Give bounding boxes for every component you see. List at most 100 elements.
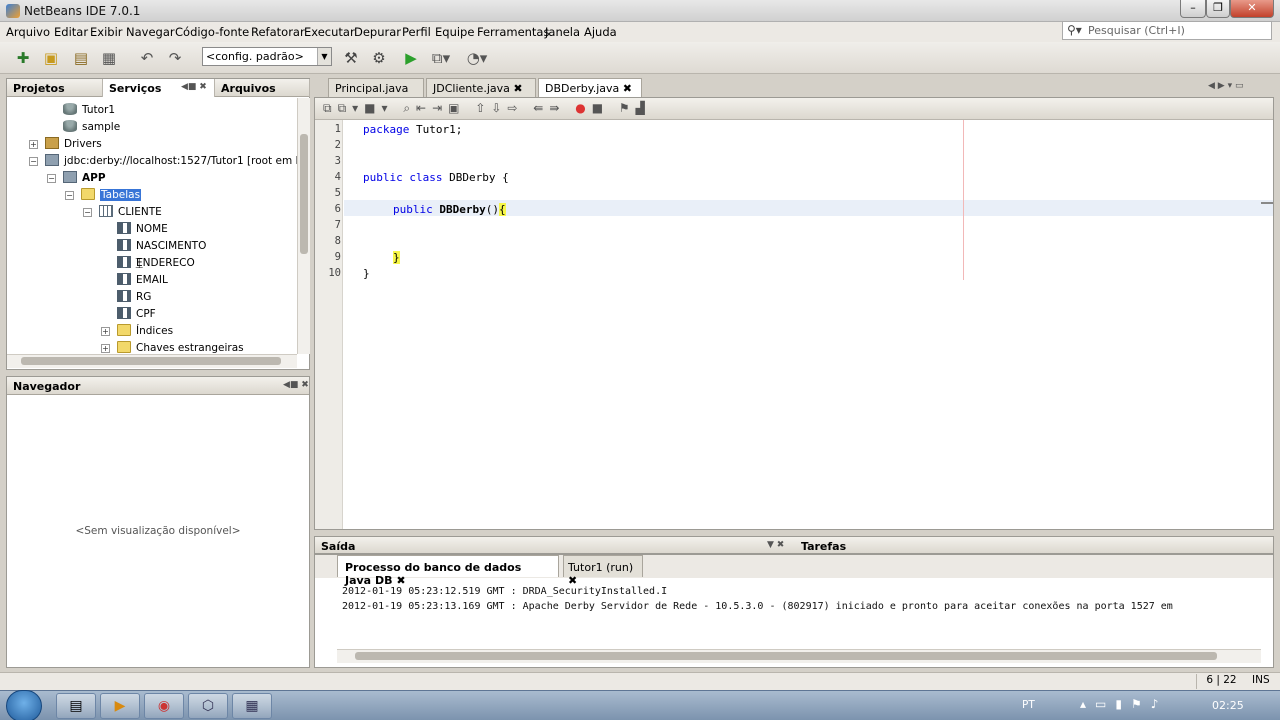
tab-java-db-process[interactable]: Processo do banco de dados Java DB ✖	[337, 555, 559, 587]
collapse-icon[interactable]: −	[47, 174, 56, 183]
menu-depurar[interactable]: Depurar	[354, 25, 401, 39]
collapse-icon[interactable]: −	[83, 208, 92, 217]
error-stripe-marker[interactable]	[1261, 202, 1273, 204]
code-line-6[interactable]: public DBDerby(){	[393, 203, 506, 216]
expand-icon[interactable]: +	[29, 140, 38, 149]
code-line-4[interactable]: public class DBDerby {	[363, 171, 509, 184]
tree-item-cliente-table[interactable]: CLIENTE	[99, 205, 162, 222]
new-file-icon[interactable]: ✚	[12, 48, 34, 68]
tab-nav-icons[interactable]: ◀ ▶ ▾ ▭	[1208, 81, 1243, 91]
folder-icon	[117, 324, 131, 336]
editor-toolbar: ⧉⧉▾■▾ ⌕⇤⇥▣ ⇧⇩⇨ ⇚⇛ ●■ ⚑▟	[315, 98, 1273, 120]
editor-toolbar-icons[interactable]: ⧉⧉▾■▾ ⌕⇤⇥▣ ⇧⇩⇨ ⇚⇛ ●■ ⚑▟	[323, 101, 651, 116]
maximize-button[interactable]: ❐	[1206, 0, 1230, 18]
right-margin-line	[963, 120, 964, 280]
close-button[interactable]: ✕	[1230, 0, 1274, 18]
build-hammer-icon[interactable]: ⚒	[340, 48, 362, 68]
scroll-thumb[interactable]	[21, 357, 281, 365]
collapse-icon[interactable]: −	[29, 157, 38, 166]
tree-item-drivers[interactable]: Drivers	[45, 137, 102, 154]
editor-body: ⧉⧉▾■▾ ⌕⇤⇥▣ ⇧⇩⇨ ⇚⇛ ●■ ⚑▟ 1 2 3 4 5 6 7 8 …	[314, 97, 1274, 530]
explorer-taskbar-icon[interactable]: ▤	[56, 693, 96, 719]
expand-icon[interactable]: +	[101, 327, 110, 336]
tree-item-column-email[interactable]: EMAIL	[117, 273, 168, 290]
scroll-thumb[interactable]	[300, 134, 308, 254]
tasks-title[interactable]: Tarefas	[795, 537, 995, 555]
tab-principal-java[interactable]: Principal.java ✖	[328, 78, 424, 108]
menu-refatorar[interactable]: Refatorar	[251, 25, 305, 39]
search-input[interactable]: ⚲▾ Pesquisar (Ctrl+I)	[1062, 21, 1272, 40]
tab-tutor1-run[interactable]: Tutor1 (run) ✖	[563, 555, 643, 587]
output-title[interactable]: Saída	[315, 537, 785, 555]
tree-item-column-cpf[interactable]: CPF	[117, 307, 156, 324]
output-body: Processo do banco de dados Java DB ✖ Tut…	[314, 554, 1274, 668]
undo-icon[interactable]: ↶	[136, 48, 158, 68]
schema-icon	[63, 171, 77, 183]
media-player-taskbar-icon[interactable]: ▶	[100, 693, 140, 719]
language-indicator[interactable]: PT	[1022, 699, 1035, 711]
netbeans-taskbar-icon[interactable]: ⬡	[188, 693, 228, 719]
connection-icon	[45, 154, 59, 166]
expand-icon[interactable]: +	[101, 344, 110, 353]
tree-item-connection[interactable]: jdbc:derby://localhost:1527/Tutor1 [root…	[45, 154, 297, 171]
tree-item-tabelas[interactable]: Tabelas	[81, 188, 142, 205]
tree-item-app-schema[interactable]: APP	[63, 171, 106, 188]
collapse-icon[interactable]: −	[65, 191, 74, 200]
tree-item-sample-db[interactable]: sample	[63, 120, 120, 137]
navigator-title[interactable]: Navegador	[7, 377, 127, 395]
drivers-icon	[45, 137, 59, 149]
menu-editar[interactable]: Editar	[54, 25, 88, 39]
tab-dbderby-java[interactable]: DBDerby.java ✖	[538, 78, 642, 97]
profile-icon[interactable]: ◔▾	[466, 48, 488, 68]
run-icon[interactable]: ▶	[400, 48, 422, 68]
redo-icon[interactable]: ↷	[164, 48, 186, 68]
tree-item-chaves-estrangeiras[interactable]: Chaves estrangeiras	[117, 341, 244, 354]
column-icon	[117, 307, 131, 319]
menu-arquivo[interactable]: Arquivo	[6, 25, 50, 39]
menu-navegar[interactable]: Navegar	[126, 25, 175, 39]
menu-exibir[interactable]: Exibir	[90, 25, 123, 39]
tab-jdcliente-java[interactable]: JDCliente.java ✖	[426, 78, 536, 97]
tree-item-column-nome[interactable]: NOME	[117, 222, 168, 239]
close-icon[interactable]: ✖	[513, 82, 522, 95]
clean-build-icon[interactable]: ⚙	[368, 48, 390, 68]
clock[interactable]: 02:25	[1212, 699, 1244, 712]
tree-item-column-endereco[interactable]: ENDERECO	[117, 256, 195, 273]
close-icon[interactable]: ✖	[623, 82, 632, 95]
menu-perfil[interactable]: Perfil	[402, 25, 431, 39]
debug-icon[interactable]: ⧉▾	[430, 48, 452, 68]
code-line-10[interactable]: }	[363, 267, 370, 280]
save-all-icon[interactable]: ▦	[98, 48, 120, 68]
menu-executar[interactable]: Executar	[304, 25, 355, 39]
tab-arquivos[interactable]: Arquivos	[215, 79, 310, 97]
tree-item-indices[interactable]: Índices	[117, 324, 173, 341]
chrome-taskbar-icon[interactable]: ◉	[144, 693, 184, 719]
output-tabs: Processo do banco de dados Java DB ✖ Tut…	[315, 555, 1273, 587]
menu-ferramentas[interactable]: Ferramentas	[477, 25, 549, 39]
tab-projetos[interactable]: Projetos	[7, 79, 103, 97]
tray-icons[interactable]: ▴▭▮⚑♪	[1080, 697, 1167, 711]
tree-horizontal-scrollbar[interactable]	[7, 354, 297, 368]
minimize-button[interactable]: –	[1180, 0, 1206, 18]
menu-equipe[interactable]: Equipe	[435, 25, 474, 39]
minimize-window-icon[interactable]: ▼ ✖	[767, 540, 784, 550]
menu-ajuda[interactable]: Ajuda	[584, 25, 617, 39]
open-project-icon[interactable]: ▤	[70, 48, 92, 68]
code-line-9[interactable]: }	[393, 251, 400, 264]
scroll-thumb[interactable]	[355, 652, 1217, 660]
mouse-cursor-icon: ⌶	[135, 256, 144, 272]
configuration-select[interactable]: <config. padrão> ▼	[202, 47, 332, 66]
menu-codigo-fonte[interactable]: Código-fonte	[175, 25, 249, 39]
tree-item-column-rg[interactable]: RG	[117, 290, 151, 307]
tree-item-tutor1-db[interactable]: Tutor1	[63, 103, 115, 120]
code-line-1[interactable]: package Tutor1;	[363, 123, 462, 136]
minimize-window-icon[interactable]: ◀■ ✖	[283, 380, 309, 390]
tree-vertical-scrollbar[interactable]	[297, 98, 310, 354]
minimize-window-icon[interactable]: ◀■ ✖	[181, 82, 207, 92]
recorder-taskbar-icon[interactable]: ▦	[232, 693, 272, 719]
menu-janela[interactable]: Janela	[545, 25, 580, 39]
start-button[interactable]	[6, 690, 42, 720]
output-horizontal-scrollbar[interactable]	[337, 649, 1261, 663]
tree-item-column-nascimento[interactable]: NASCIMENTO	[117, 239, 206, 256]
new-project-icon[interactable]: ▣	[40, 48, 62, 68]
